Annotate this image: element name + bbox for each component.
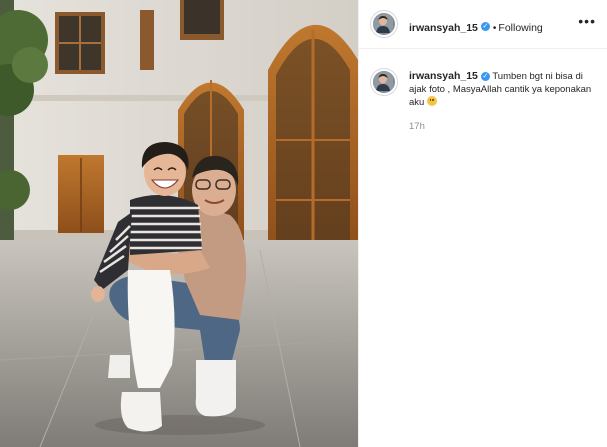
header-text: irwansyah_15 ✓ • Following xyxy=(409,18,543,36)
more-options-icon[interactable]: ••• xyxy=(578,14,596,28)
avatar-image xyxy=(373,71,395,93)
verified-check-icon: ✓ xyxy=(480,22,490,32)
avatar[interactable] xyxy=(370,10,398,38)
avatar-image xyxy=(373,13,395,35)
post-image xyxy=(0,0,358,447)
caption-username[interactable]: irwansyah_15 xyxy=(409,70,478,82)
caption-avatar[interactable] xyxy=(370,68,398,96)
separator-dot: • xyxy=(492,23,497,34)
verified-check-icon: ✓ xyxy=(480,71,490,81)
post-side-panel: irwansyah_15 ✓ • Following ••• irwansyah_15… xyxy=(358,0,607,447)
post-timestamp[interactable]: 17h xyxy=(409,121,425,132)
post-photo[interactable] xyxy=(0,0,358,447)
post-caption: irwansyah_15 ✓ Tumben bgt ni bisa di ajak… xyxy=(409,70,597,109)
header-username[interactable]: irwansyah_15 xyxy=(409,22,478,34)
post-header: irwansyah_15 ✓ • Following ••• xyxy=(359,0,607,49)
following-button[interactable]: Following xyxy=(498,22,542,34)
smiling-face-emoji-icon xyxy=(426,96,437,106)
